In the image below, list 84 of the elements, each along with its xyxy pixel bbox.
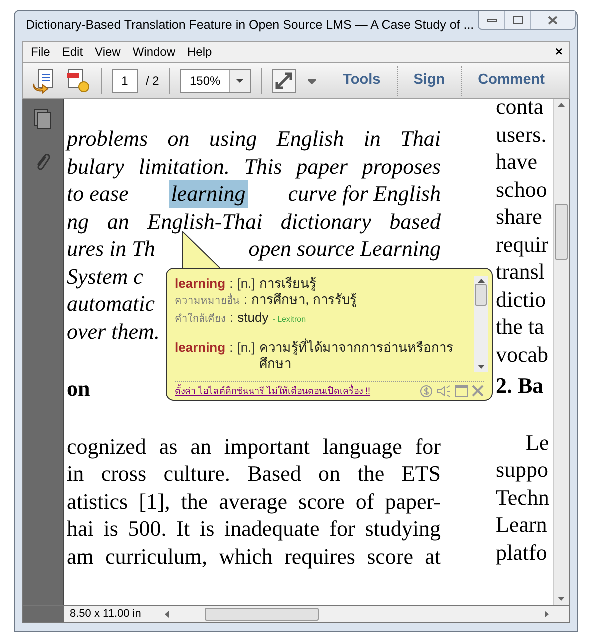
close-document-button[interactable]: × (555, 42, 563, 62)
scroll-thumb[interactable] (475, 284, 487, 306)
document-text: platfo (496, 538, 548, 566)
settings-link[interactable]: ตั้งค่า ไฮไลต์ดิกชันนารี ไม่ให้เตือนตอนเปิดเครื่อง !! (175, 382, 371, 400)
document-text: have (496, 148, 539, 176)
document-text: atistics [1], the average score of paper- (67, 488, 441, 515)
vertical-scrollbar[interactable] (553, 99, 569, 605)
zoom-value: 150% (188, 72, 222, 90)
scroll-left-icon[interactable] (165, 610, 170, 618)
document-text: ng an English-Thai dictionary based (67, 208, 441, 235)
document-text: curve for English (288, 180, 441, 208)
document-text: hai is 500. It is inadequate for studying (67, 515, 441, 542)
section-heading: on (67, 375, 90, 402)
entry-word: learning (175, 340, 226, 356)
entry-meaning: ความรู้ที่ได้มาจากการอ่านหรือการศึกษา (259, 340, 454, 372)
document-text: requir (496, 230, 550, 258)
scroll-right-icon[interactable] (544, 610, 549, 618)
expand-icon[interactable] (272, 68, 296, 92)
document-text: share (496, 203, 544, 230)
document-text: Techn (496, 484, 550, 511)
zoom-dropdown[interactable]: 150% (180, 68, 252, 92)
part-of-speech: [n.] (237, 340, 256, 356)
document-text: suppo (496, 456, 550, 484)
menu-item[interactable]: File (25, 43, 56, 61)
menu-item[interactable]: Edit (56, 43, 90, 61)
document-text: Le (525, 428, 550, 456)
menu-item[interactable]: View (89, 43, 127, 61)
document-text: to ease (67, 180, 129, 208)
window-title: Dictionary-Based Translation Feature in Open Source LMS — A Case Study of ... (26, 16, 474, 34)
scroll-down-icon[interactable] (558, 597, 565, 601)
toolbar-menu-icon[interactable] (308, 77, 316, 84)
document-gear-icon[interactable] (65, 68, 91, 94)
document-text: problems on using English in Thai (67, 125, 441, 152)
page-total: / 2 (146, 72, 160, 90)
entry-separator: : (230, 276, 234, 292)
document-text: users. (496, 120, 548, 148)
detail-value: การศึกษา, การรับรู้ (252, 292, 357, 308)
scroll-thumb[interactable] (205, 608, 320, 620)
detail-value: study (238, 310, 269, 326)
entry-separator: : (244, 292, 248, 308)
toolbar-button[interactable]: Sign (396, 66, 462, 96)
menu-item[interactable]: Window (126, 43, 182, 61)
detail-label: คำใกล้เคียง (175, 312, 226, 327)
scroll-up-icon[interactable] (558, 103, 565, 107)
window-icon[interactable] (455, 385, 468, 397)
document-text: conta (496, 99, 545, 120)
entry-separator: : (230, 310, 234, 326)
document-text: the ta (496, 313, 546, 340)
caret-icon (236, 78, 244, 82)
document-text: in cross culture. Based on the ETS (67, 460, 441, 488)
scroll-down-icon[interactable] (478, 365, 484, 369)
page-size: 8.50 x 11.00 in (70, 606, 142, 622)
dollar-icon[interactable] (420, 384, 433, 398)
section-heading: 2. Ba (496, 372, 545, 400)
document-text: over them. (67, 318, 160, 344)
pages-icon[interactable] (33, 109, 53, 131)
document-text: learning (169, 180, 248, 208)
document-text: ures in Th (67, 235, 156, 262)
toolbar-button[interactable]: Comment (461, 66, 561, 96)
source-label: - Lexitron (272, 314, 306, 326)
document-text: automatic (67, 291, 155, 316)
document-text: System c (67, 264, 144, 288)
close-icon (548, 16, 558, 24)
document-text: schoo (496, 176, 548, 203)
document-text: cognized as an important language for (67, 432, 441, 460)
part-of-speech: [n.] (237, 276, 256, 292)
close-icon[interactable] (472, 385, 484, 397)
document-text: am curriculum, which requires score at (67, 542, 441, 570)
document-text: transl (496, 258, 546, 286)
menu-item[interactable]: Help (182, 43, 218, 61)
detail-label: ความหมายอื่น (175, 294, 240, 310)
entry-word: learning (175, 276, 226, 292)
popup-scrollbar[interactable] (474, 276, 488, 372)
entry-separator: : (230, 340, 234, 356)
speaker-icon[interactable] (437, 384, 451, 398)
document-text: Learn (496, 511, 548, 538)
toolbar-button[interactable]: Tools (327, 66, 397, 96)
document-text: dictio (496, 286, 548, 313)
page-number-field[interactable]: 1 (112, 68, 138, 92)
entry-meaning: การเรียนรู้ (259, 276, 316, 292)
scroll-thumb[interactable] (555, 204, 568, 260)
document-text: bulary limitation. This paper proposes (67, 152, 441, 180)
document-text: vocab (496, 340, 550, 368)
document-text: open source Learning (248, 235, 441, 262)
